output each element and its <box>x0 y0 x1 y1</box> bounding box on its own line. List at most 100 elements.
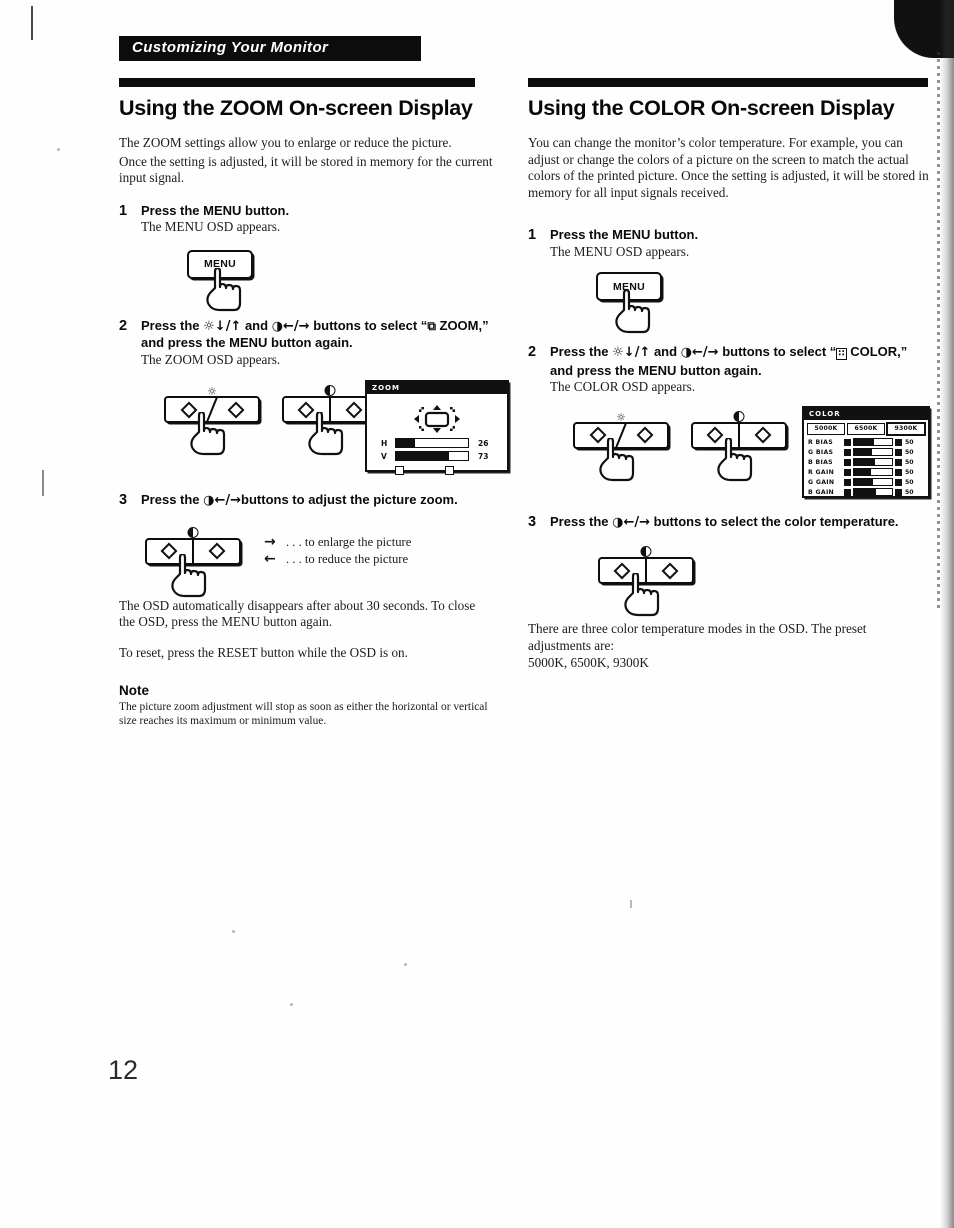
color-row-label: B GAIN <box>808 488 835 496</box>
diamond-icon <box>208 542 226 560</box>
zoom-row-h-bar <box>395 438 469 449</box>
diamond-icon <box>180 401 197 419</box>
contrast-leftright-glyph: ◑←/→ <box>680 345 719 361</box>
zoom-row-h-value: 26 <box>478 438 489 448</box>
zoom-row-h-label: H <box>381 438 388 448</box>
increment-marker <box>895 478 902 486</box>
right-step-3-text-b: buttons to select the color temperature. <box>650 513 899 529</box>
zoom-tick-left <box>395 466 404 476</box>
left-step-2-number: 2 <box>119 317 128 334</box>
scan-speck <box>404 963 407 966</box>
scan-speck <box>57 148 60 151</box>
left-step-2: 2 Press the ☼↓/↑ and ◑←/→ buttons to sel… <box>119 318 494 368</box>
right-step-2-illustration: ☼ COLOR 5000K 6500K 9300K R BIAS 50 G BI… <box>528 405 930 512</box>
color-row-bar <box>853 448 893 457</box>
temp-tab-6500k[interactable]: 6500K <box>847 422 885 435</box>
zoom-row-v-value: 73 <box>478 451 489 461</box>
right-step-3-text-a: Press the <box>550 513 613 529</box>
brightness-key-pair: ☼ <box>164 386 260 456</box>
color-row-value: 50 <box>905 478 914 486</box>
color-select-key-graphic <box>598 546 694 585</box>
left-step-3-number: 3 <box>119 492 128 509</box>
color-osd-icon: ∷ <box>836 348 847 361</box>
temp-tab-9300k[interactable]: 9300K <box>886 421 926 436</box>
right-step-3-number: 3 <box>528 513 537 530</box>
section-rule <box>119 78 475 87</box>
right-step-2: 2 Press the ☼↓/↑ and ◑←/→ buttons to sel… <box>528 344 930 395</box>
contrast-key-graphic <box>282 385 378 424</box>
right-closing-paragraph-2: 5000K, 6500K, 9300K <box>528 655 649 671</box>
contrast-leftright-glyph: ◑←/→ <box>612 514 651 530</box>
left-step-3-text-b: buttons to adjust the picture zoom. <box>241 492 458 508</box>
diamond-icon <box>661 562 679 580</box>
zoom-osd-tick-markers <box>383 466 493 476</box>
zoom-osd-screen: ZOOM H 26 V 73 <box>365 380 509 476</box>
diamond-icon <box>613 562 631 580</box>
scanned-page: Customizing Your Monitor Using the ZOOM … <box>0 0 954 1228</box>
right-step-1: 1 Press the MENU button. The MENU OSD ap… <box>528 227 930 260</box>
contrast-leftright-glyph: ◑←/→ <box>271 318 310 334</box>
increment-marker <box>895 458 902 466</box>
sun-icon: ☼ <box>616 410 626 424</box>
color-row-b-bias: B BIAS 50 <box>808 458 925 467</box>
zoom-adjust-key-pair <box>145 526 241 597</box>
right-step-2-number: 2 <box>528 344 537 361</box>
diamond-icon <box>706 426 724 444</box>
scan-speck <box>630 900 632 908</box>
color-row-bar <box>853 478 893 487</box>
left-step-2-heading: Press the ☼↓/↑ and ◑←/→ buttons to selec… <box>141 318 494 352</box>
color-row-g-gain: G GAIN 50 <box>808 478 925 487</box>
color-row-bar <box>853 488 893 497</box>
menu-key-label: MENU <box>203 258 237 271</box>
right-closing-paragraph-1: There are three color temperature modes … <box>528 621 867 653</box>
left-step-3: 3 Press the ◑←/→buttons to adjust the pi… <box>119 492 494 510</box>
left-step-1-heading: Press the MENU button. <box>141 202 290 218</box>
left-step-2-subtext: The ZOOM OSD appears. <box>141 351 281 367</box>
brightness-key-graphic: ☼ <box>573 412 669 449</box>
decrement-marker <box>844 488 851 496</box>
left-step-3-heading: Press the ◑←/→buttons to adjust the pict… <box>141 492 494 510</box>
color-row-value: 50 <box>905 488 914 496</box>
temp-tab-5000k[interactable]: 5000K <box>807 422 845 435</box>
right-step-1-number: 1 <box>528 227 537 244</box>
diamond-icon <box>160 542 178 560</box>
left-step-1-number: 1 <box>119 202 128 219</box>
decrement-marker <box>844 458 851 466</box>
zoom-reduce-key <box>147 540 192 563</box>
contrast-key-graphic <box>691 410 787 449</box>
contrast-left-key <box>693 424 738 447</box>
binding-mark <box>31 6 33 40</box>
color-row-r-gain: R GAIN 50 <box>808 468 925 477</box>
zoom-row-v-bar <box>395 451 469 462</box>
scan-speck <box>232 930 235 933</box>
left-section-title: Using the ZOOM On-screen Display <box>119 96 473 120</box>
color-prev-key <box>600 559 645 582</box>
color-row-label: G GAIN <box>808 478 835 486</box>
brightness-key-pair: ☼ <box>573 412 669 481</box>
color-row-r-bias: R BIAS 50 <box>808 438 925 447</box>
color-select-key-pair <box>598 546 694 617</box>
scan-speck <box>290 1003 293 1006</box>
note-heading: Note <box>119 683 149 699</box>
left-intro-paragraph-1: The ZOOM settings allow you to enlarge o… <box>119 135 452 150</box>
color-row-label: R GAIN <box>808 468 835 476</box>
zoom-row-v-label: V <box>381 451 387 461</box>
page-number: 12 <box>108 1055 139 1085</box>
right-step-3-illustration <box>528 545 930 621</box>
left-step-3-text-a: Press the <box>141 492 204 508</box>
scan-edge-speckle <box>937 52 940 612</box>
right-step-1-subtext: The MENU OSD appears. <box>550 243 690 259</box>
contrast-icon <box>324 385 336 397</box>
decrement-marker <box>844 448 851 456</box>
right-step-2-text-c: buttons to select “ <box>718 344 837 360</box>
right-column: Using the COLOR On-screen Display You ca… <box>528 78 930 682</box>
menu-key-graphic: MENU <box>596 272 662 302</box>
brightness-updown-glyph: ☼↓/↑ <box>203 318 242 334</box>
contrast-icon <box>733 410 745 422</box>
menu-key-label: MENU <box>612 280 646 293</box>
right-step-3: 3 Press the ◑←/→ buttons to select the c… <box>528 514 930 532</box>
contrast-key-pair <box>691 410 787 481</box>
left-step-1-subtext: The MENU OSD appears. <box>141 219 281 235</box>
increment-marker <box>895 438 902 446</box>
brightness-updown-glyph: ☼↓/↑ <box>612 345 651 361</box>
